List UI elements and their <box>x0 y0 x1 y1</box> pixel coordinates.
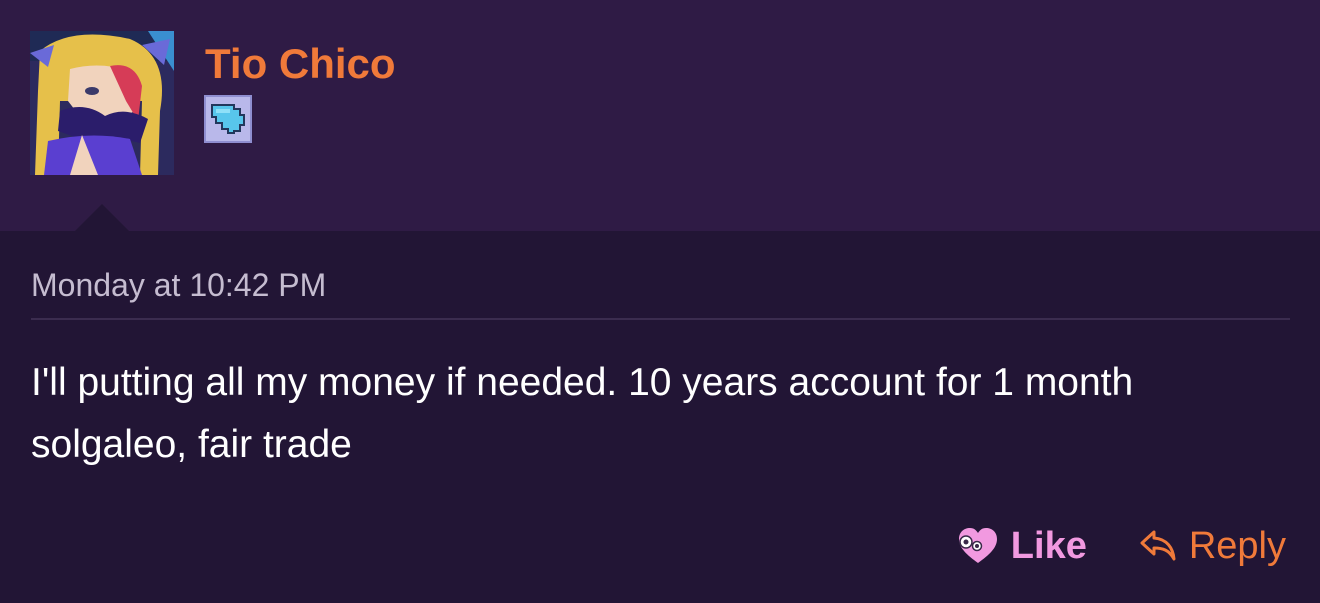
message-text: I'll putting all my money if needed. 10 … <box>31 361 1134 466</box>
reply-arrow-icon <box>1139 529 1177 563</box>
reply-label: Reply <box>1188 525 1286 567</box>
user-header: Tio Chico <box>0 0 1320 231</box>
pixel-shield-badge-icon <box>204 95 252 143</box>
heart-face-icon <box>957 526 999 566</box>
like-button[interactable]: Like <box>957 522 1087 570</box>
reply-button[interactable]: Reply <box>1139 522 1286 570</box>
post-actions: Like Reply <box>957 522 1286 570</box>
message-body: Monday at 10:42 PM I'll putting all my m… <box>0 231 1320 603</box>
avatar[interactable] <box>30 31 174 175</box>
anime-character-avatar-icon <box>30 31 174 175</box>
message-pointer <box>75 204 129 231</box>
message-post: Tio Chico Monday at 10:42 PM I'll puttin… <box>0 0 1320 603</box>
post-timestamp[interactable]: Monday at 10:42 PM <box>31 266 326 304</box>
username[interactable]: Tio Chico <box>205 38 396 90</box>
like-label: Like <box>1010 525 1087 567</box>
divider <box>31 318 1290 320</box>
